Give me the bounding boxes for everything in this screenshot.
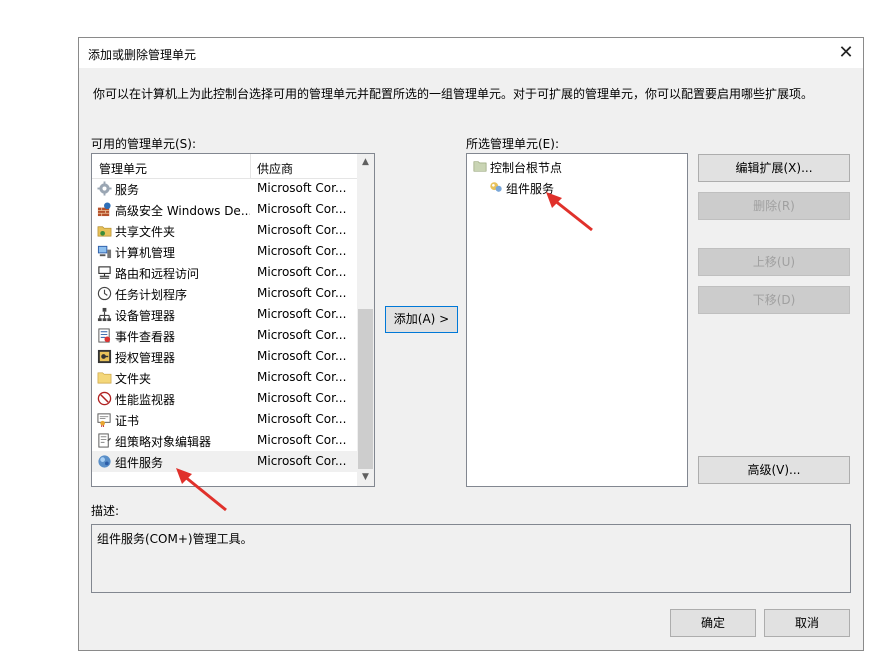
snapin-vendor: Microsoft Cor... <box>257 328 347 342</box>
list-item[interactable]: 组策略对象编辑器 Microsoft Cor... <box>92 430 358 451</box>
column-divider[interactable] <box>250 154 251 178</box>
list-item[interactable]: 路由和远程访问 Microsoft Cor... <box>92 262 358 283</box>
description-box: 组件服务(COM+)管理工具。 <box>91 524 851 593</box>
snapin-name: 文件夹 <box>115 372 152 386</box>
selected-snapins-tree[interactable]: 控制台根节点 组件服务 <box>466 153 688 487</box>
performance-icon <box>97 391 112 406</box>
snapin-vendor: Microsoft Cor... <box>257 454 347 468</box>
firewall-icon <box>97 202 111 217</box>
list-item[interactable]: 证书 Microsoft Cor... <box>92 409 358 430</box>
available-snapins-list[interactable]: 管理单元 供应商 服务 Microsoft Cor... 高级安全 Window… <box>91 153 375 487</box>
list-item[interactable]: 服务 Microsoft Cor... <box>92 178 358 199</box>
snapin-vendor: Microsoft Cor... <box>257 181 347 195</box>
scroll-up-arrow-icon[interactable]: ▲ <box>357 154 374 171</box>
component-services-icon <box>490 182 502 192</box>
snapin-name: 组件服务 <box>115 456 164 470</box>
intro-text: 你可以在计算机上为此控制台选择可用的管理单元并配置所选的一组管理单元。对于可扩展… <box>93 87 814 101</box>
list-item[interactable]: 事件查看器 Microsoft Cor... <box>92 325 358 346</box>
tree-node-label: 控制台根节点 <box>490 161 563 175</box>
snapin-vendor: Microsoft Cor... <box>257 433 347 447</box>
description-label: 描述: <box>91 504 120 518</box>
snapin-name: 授权管理器 <box>115 351 176 365</box>
list-item[interactable]: 文件夹 Microsoft Cor... <box>92 367 358 388</box>
device-manager-icon <box>97 307 112 322</box>
list-item[interactable]: 授权管理器 Microsoft Cor... <box>92 346 358 367</box>
advanced-button[interactable]: 高级(V)... <box>698 456 850 484</box>
authorization-icon <box>97 349 112 364</box>
move-up-button[interactable]: 上移(U) <box>698 248 850 276</box>
folder-icon <box>97 372 112 384</box>
title-bar: 添加或删除管理单元 ✕ <box>79 38 863 68</box>
event-viewer-icon <box>98 328 111 343</box>
list-item[interactable]: 高级安全 Windows De... Microsoft Cor... <box>92 199 358 220</box>
tree-node-label: 组件服务 <box>506 182 555 196</box>
available-snapins-label: 可用的管理单元(S): <box>91 137 197 151</box>
snapin-vendor: Microsoft Cor... <box>257 412 347 426</box>
ok-button[interactable]: 确定 <box>670 609 756 637</box>
list-item[interactable]: 任务计划程序 Microsoft Cor... <box>92 283 358 304</box>
cancel-button[interactable]: 取消 <box>764 609 850 637</box>
snapin-name: 服务 <box>115 183 140 197</box>
snapin-name: 任务计划程序 <box>115 288 188 302</box>
snapin-vendor: Microsoft Cor... <box>257 307 347 321</box>
selected-snapins-label: 所选管理单元(E): <box>466 137 559 151</box>
group-policy-icon <box>98 433 112 448</box>
list-header: 管理单元 供应商 <box>92 154 358 179</box>
snapin-vendor: Microsoft Cor... <box>257 223 347 237</box>
edit-extensions-button[interactable]: 编辑扩展(X)... <box>698 154 850 182</box>
computer-management-icon <box>97 245 112 259</box>
clock-icon <box>97 286 112 301</box>
column-header-snapin[interactable]: 管理单元 <box>99 160 147 177</box>
column-header-vendor[interactable]: 供应商 <box>257 160 293 177</box>
list-item[interactable]: 设备管理器 Microsoft Cor... <box>92 304 358 325</box>
snapin-name: 性能监视器 <box>115 393 176 407</box>
snapin-name: 高级安全 Windows De... <box>115 204 250 218</box>
scrollbar-thumb[interactable] <box>358 309 373 469</box>
dialog-title: 添加或删除管理单元 <box>88 48 197 62</box>
snapin-vendor: Microsoft Cor... <box>257 286 347 300</box>
snapin-name: 路由和远程访问 <box>115 267 200 281</box>
gear-icon <box>97 181 112 196</box>
component-services-icon <box>98 455 111 468</box>
certificate-icon <box>97 413 111 427</box>
list-item-selected[interactable]: 组件服务 Microsoft Cor... <box>92 451 358 472</box>
snapin-name: 计算机管理 <box>115 246 176 260</box>
list-item[interactable]: 计算机管理 Microsoft Cor... <box>92 241 358 262</box>
snapin-vendor: Microsoft Cor... <box>257 202 347 216</box>
remove-button[interactable]: 删除(R) <box>698 192 850 220</box>
list-item[interactable]: 性能监视器 Microsoft Cor... <box>92 388 358 409</box>
add-button[interactable]: 添加(A) > <box>385 306 458 333</box>
shared-folder-icon <box>97 226 112 237</box>
description-text: 组件服务(COM+)管理工具。 <box>97 532 253 546</box>
move-down-button[interactable]: 下移(D) <box>698 286 850 314</box>
routing-icon <box>98 266 111 279</box>
scroll-down-arrow-icon[interactable]: ▼ <box>357 469 374 486</box>
snapin-name: 组策略对象编辑器 <box>115 435 212 449</box>
snapin-name: 证书 <box>115 414 140 428</box>
snapin-vendor: Microsoft Cor... <box>257 265 347 279</box>
snapin-vendor: Microsoft Cor... <box>257 391 347 405</box>
add-remove-snapins-dialog: 添加或删除管理单元 ✕ 你可以在计算机上为此控制台选择可用的管理单元并配置所选的… <box>78 37 864 651</box>
snapin-vendor: Microsoft Cor... <box>257 370 347 384</box>
snapin-name: 共享文件夹 <box>115 225 176 239</box>
vertical-scrollbar[interactable]: ▲ ▼ <box>357 154 374 486</box>
snapin-name: 设备管理器 <box>115 309 176 323</box>
close-button[interactable]: ✕ <box>829 38 863 68</box>
snapin-vendor: Microsoft Cor... <box>257 349 347 363</box>
snapin-name: 事件查看器 <box>115 330 176 344</box>
console-root-folder-icon <box>473 161 487 172</box>
list-item[interactable]: 共享文件夹 Microsoft Cor... <box>92 220 358 241</box>
snapin-vendor: Microsoft Cor... <box>257 244 347 258</box>
